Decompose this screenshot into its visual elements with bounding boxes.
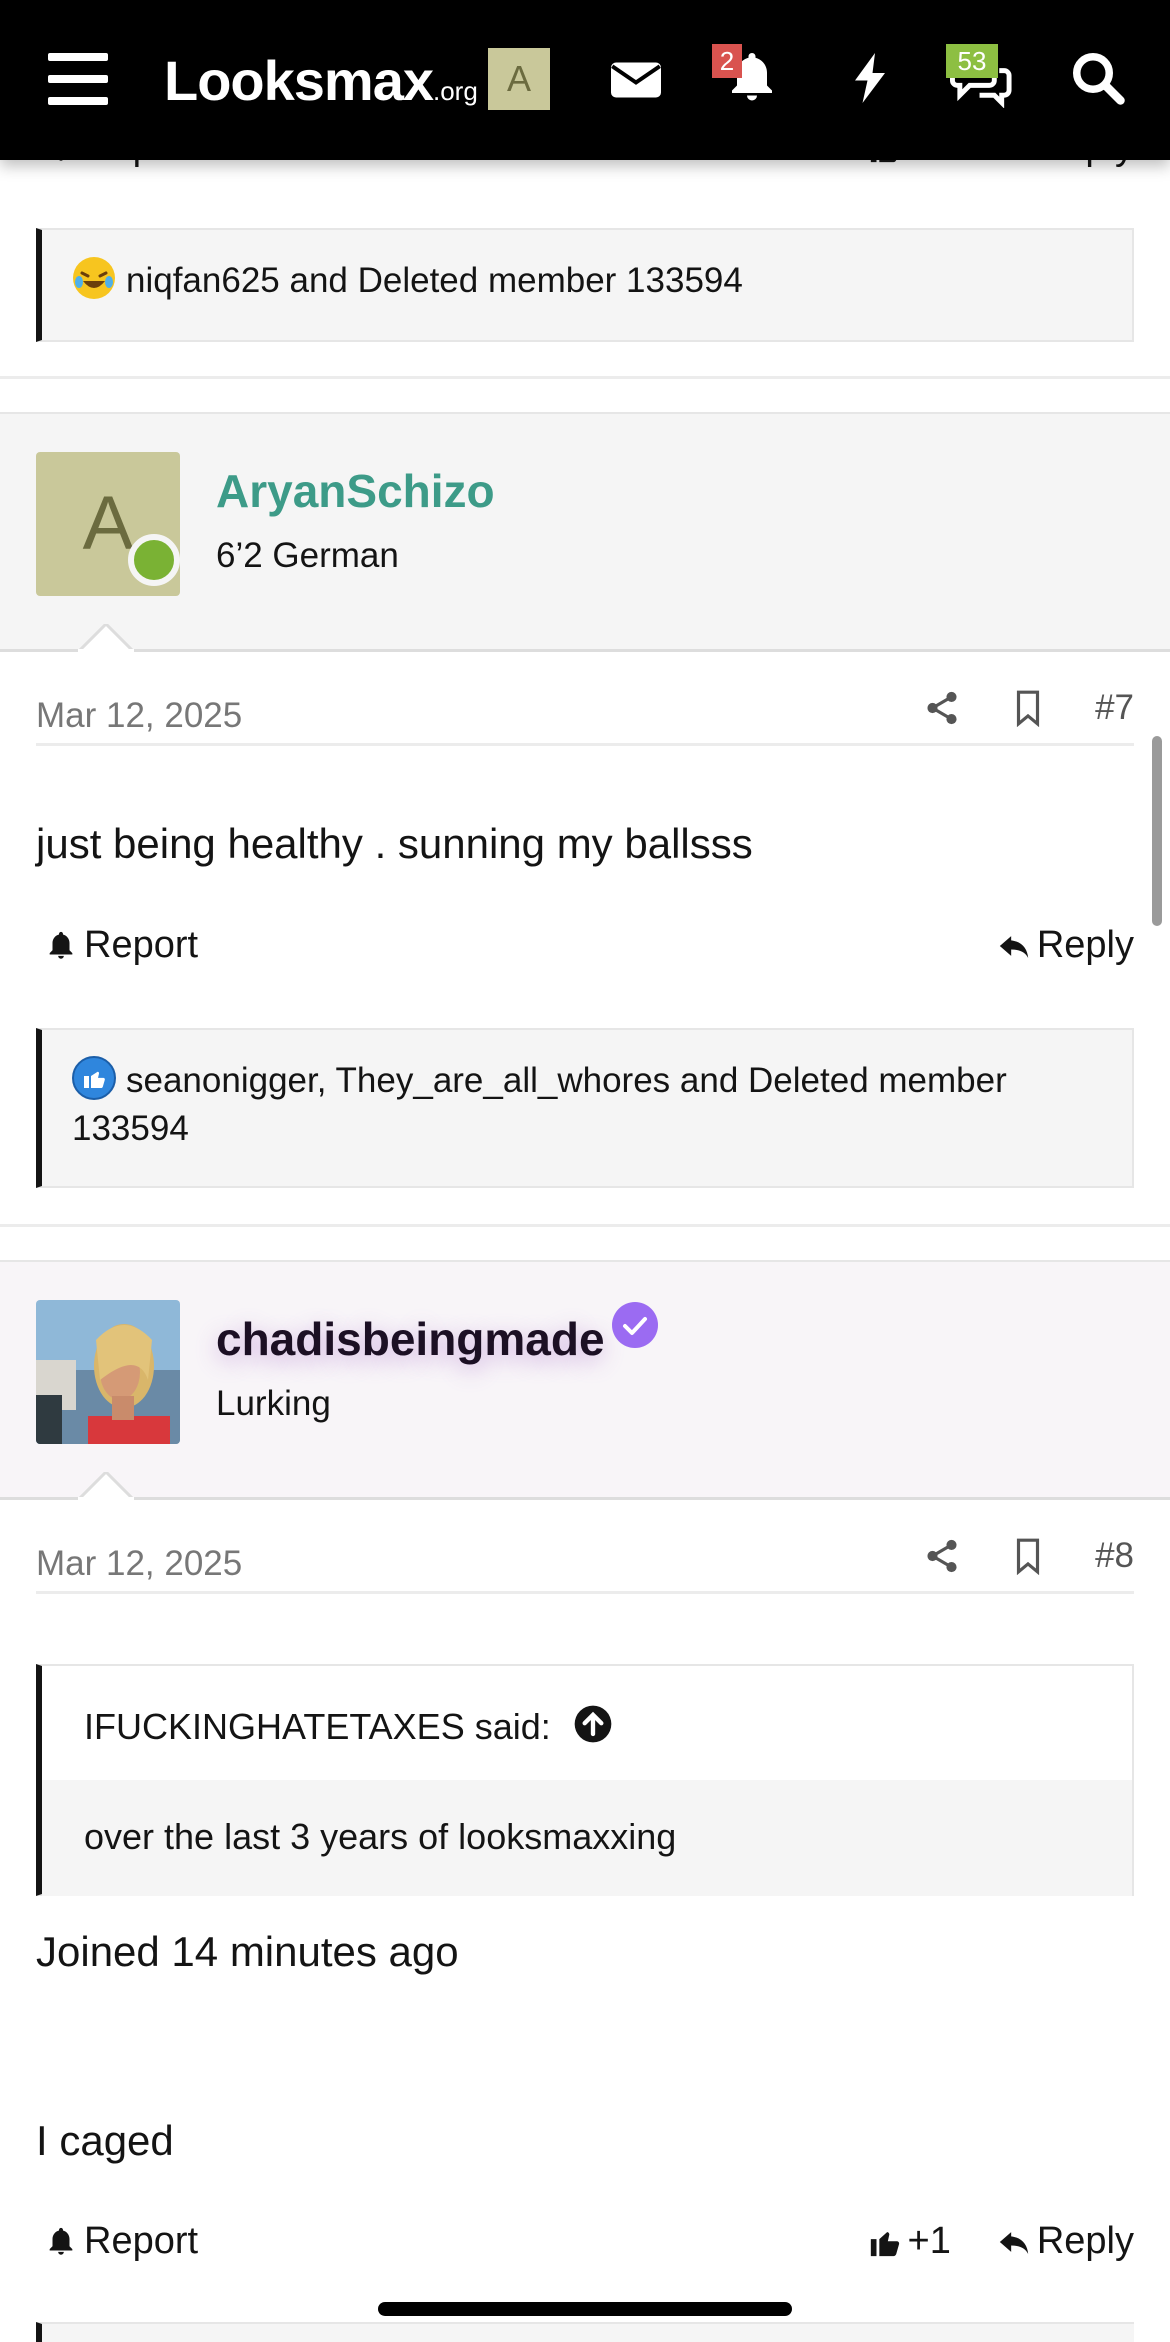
post-body-line: Joined 14 minutes ago (36, 1928, 459, 1975)
post-divider (0, 376, 1170, 379)
jump-to-quote-icon[interactable] (573, 1704, 613, 1744)
bell-icon (49, 2227, 73, 2255)
reaction-users: seanonigger, They_are_all_whores and Del… (72, 1061, 1007, 1148)
post-arrow-notch (78, 624, 134, 652)
search-icon[interactable] (1068, 48, 1128, 108)
share-icon[interactable] (923, 1537, 961, 1575)
user-title: Lurking (216, 1384, 331, 1423)
logo-text: Looksmax (164, 49, 434, 112)
post-number[interactable]: #7 (1095, 688, 1134, 728)
report-label: Report (84, 924, 199, 966)
inbox-icon[interactable] (606, 50, 666, 110)
post-body-line: I caged (36, 2117, 174, 2164)
post-number[interactable]: #8 (1095, 1536, 1134, 1576)
quote-block: IFUCKINGHATETAXES said: over the last 3 … (36, 1664, 1134, 1896)
user-title: 6’2 German (216, 536, 399, 575)
reply-arrow-icon (999, 935, 1029, 958)
post-date[interactable]: Mar 12, 2025 (36, 1544, 242, 1584)
laughing-emoji-icon (72, 256, 116, 300)
post7-reaction-bar[interactable]: seanonigger, They_are_all_whores and Del… (36, 1028, 1134, 1188)
post8-meta: Mar 12, 2025 #8 (36, 1532, 1134, 1594)
report-button[interactable]: Report (44, 2220, 198, 2263)
quote-author[interactable]: IFUCKINGHATETAXES said: (84, 1706, 551, 1748)
post7-meta: Mar 12, 2025 #7 (36, 684, 1134, 746)
home-indicator[interactable] (378, 2302, 792, 2316)
reply-button[interactable]: Reply (997, 2220, 1134, 2263)
verified-badge-icon (612, 1302, 658, 1348)
post-body: just being healthy . sunning my ballsss (36, 820, 753, 867)
avatar-photo-image (36, 1300, 180, 1444)
post8-reaction-bar-partial (36, 2322, 1134, 2342)
whats-new-bolt-icon[interactable] (840, 48, 900, 108)
username[interactable]: AryanSchizo (216, 464, 495, 518)
like-button[interactable]: +1 (868, 2220, 951, 2263)
avatar[interactable] (36, 1300, 180, 1444)
post-date[interactable]: Mar 12, 2025 (36, 696, 242, 736)
top-navigation-bar: Looksmax.org A 2 53 (0, 0, 1170, 160)
quote-text: over the last 3 years of looksmaxxing (42, 1780, 1132, 1896)
reply-button[interactable]: Reply (997, 924, 1134, 967)
report-label: Report (84, 2220, 199, 2262)
share-icon[interactable] (923, 689, 961, 727)
thumbs-up-icon (870, 2231, 899, 2256)
account-avatar[interactable]: A (488, 48, 550, 110)
menu-icon[interactable] (48, 53, 108, 105)
post7-actions: Report Reply (36, 924, 1134, 984)
quote-header: IFUCKINGHATETAXES said: (42, 1666, 1132, 1780)
like-emoji-icon (72, 1056, 116, 1100)
scrollbar[interactable] (1152, 736, 1162, 926)
reply-label: Reply (1036, 2220, 1134, 2262)
alerts-count-badge: 2 (712, 44, 742, 78)
post8-actions: Report +1 Reply (36, 2220, 1134, 2280)
reply-label: Reply (1036, 924, 1134, 966)
online-indicator (128, 534, 180, 586)
post6-reaction-bar[interactable]: niqfan625 and Deleted member 133594 (36, 228, 1134, 342)
post-divider (0, 1224, 1170, 1227)
like-count: +1 (907, 2220, 951, 2262)
site-logo[interactable]: Looksmax.org (164, 48, 478, 113)
logo-tld: .org (433, 76, 478, 106)
post8-user-header: chadisbeingmade Lurking (0, 1260, 1170, 1500)
bell-icon (49, 931, 73, 959)
conversations-count-badge: 53 (946, 44, 998, 78)
reply-arrow-icon (999, 2231, 1029, 2254)
post-arrow-notch (78, 1472, 134, 1500)
reaction-users: niqfan625 and Deleted member 133594 (126, 261, 743, 300)
post7-user-header: A AryanSchizo 6’2 German (0, 412, 1170, 652)
bookmark-icon[interactable] (1009, 689, 1047, 727)
username[interactable]: chadisbeingmade (216, 1312, 605, 1366)
bookmark-icon[interactable] (1009, 1537, 1047, 1575)
report-button[interactable]: Report (44, 924, 198, 967)
